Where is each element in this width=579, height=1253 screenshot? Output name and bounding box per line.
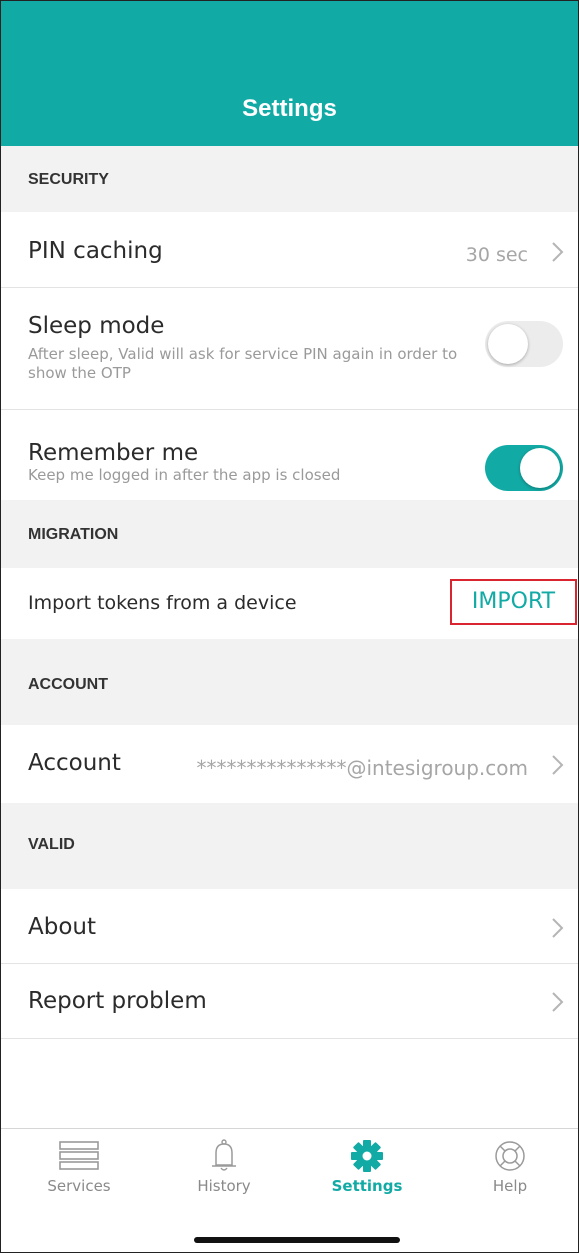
chevron-right-icon [552,242,564,262]
chevron-right-icon [552,755,564,775]
lifebuoy-icon [495,1141,525,1171]
remember-me-label: Remember me [28,440,199,466]
section-label: VALID [28,836,75,853]
tab-bar: Services History Settings Help [1,1128,578,1252]
report-problem-label: Report problem [28,988,207,1014]
account-email-value: ***************@intesigroup.com [196,756,528,780]
sleep-mode-label: Sleep mode [28,313,165,339]
bell-icon [212,1139,236,1171]
tab-label: Settings [331,1177,403,1195]
section-label: SECURITY [28,171,109,188]
toggle-knob [520,448,560,488]
gear-icon [351,1140,383,1172]
chevron-right-icon [552,992,564,1012]
pin-caching-row[interactable]: PIN caching 30 sec [1,212,578,288]
about-row[interactable]: About [1,889,578,964]
sleep-mode-row: Sleep mode After sleep, Valid will ask f… [1,288,578,410]
tab-services[interactable]: Services [29,1139,129,1195]
tab-help[interactable]: Help [460,1139,560,1195]
section-header-security: SECURITY [1,146,578,212]
section-header-account: ACCOUNT [1,639,578,725]
section-header-migration: MIGRATION [1,500,578,568]
import-button[interactable]: IMPORT [450,579,577,625]
pin-caching-label: PIN caching [28,238,163,264]
sleep-mode-toggle[interactable] [485,321,563,367]
remember-me-description: Keep me logged in after the app is close… [28,466,341,484]
section-label: ACCOUNT [28,676,108,693]
import-tokens-row: Import tokens from a device IMPORT [1,568,578,639]
tab-label: Help [492,1177,528,1195]
import-tokens-label: Import tokens from a device [28,592,297,614]
remember-me-toggle[interactable] [485,445,563,491]
toggle-knob [488,324,528,364]
account-row[interactable]: Account ***************@intesigroup.com [1,725,578,803]
chevron-right-icon [552,918,564,938]
account-label: Account [28,750,121,776]
tab-label: Services [47,1177,111,1195]
sleep-mode-description: After sleep, Valid will ask for service … [28,345,458,382]
tab-history[interactable]: History [174,1139,274,1195]
header-bar: Settings [1,1,578,146]
section-label: MIGRATION [28,526,119,543]
tab-label: History [197,1177,251,1195]
services-icon [59,1141,99,1170]
remember-me-row: Remember me Keep me logged in after the … [1,410,578,500]
home-indicator [194,1237,400,1243]
report-problem-row[interactable]: Report problem [1,964,578,1039]
page-title: Settings [242,95,337,122]
settings-screen: Settings SECURITY PIN caching 30 sec Sle… [0,0,579,1253]
pin-caching-value: 30 sec [465,244,528,266]
about-label: About [28,914,97,940]
tab-settings[interactable]: Settings [317,1139,417,1195]
section-header-valid: VALID [1,803,578,889]
